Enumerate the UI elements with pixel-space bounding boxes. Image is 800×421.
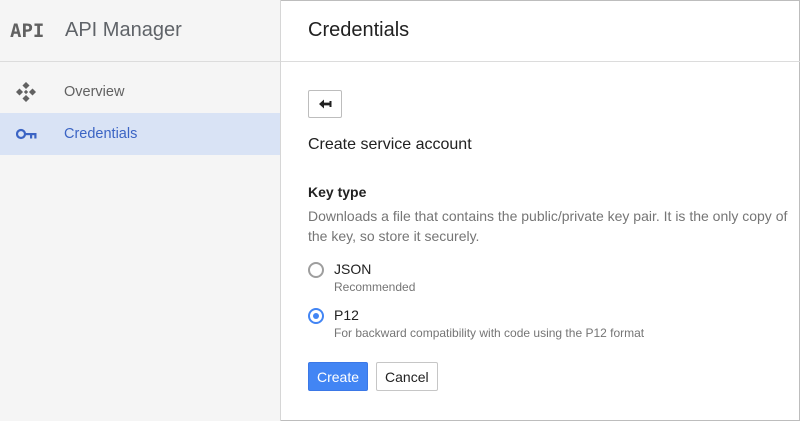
app-title: API Manager <box>65 19 182 41</box>
key-type-description: Downloads a file that contains the publi… <box>308 208 788 244</box>
p12-sublabel: For backward compatibility with code usi… <box>334 326 645 340</box>
sidebar-item-label: Credentials <box>64 126 138 142</box>
key-type-heading: Key type <box>308 184 367 200</box>
sidebar-item-credentials[interactable]: Credentials <box>0 113 280 155</box>
back-arrow-icon <box>319 99 332 109</box>
json-sublabel: Recommended <box>334 280 416 294</box>
create-button[interactable]: Create <box>308 362 369 391</box>
create-service-account-form: Create service account Key type Download… <box>281 62 800 391</box>
p12-radio[interactable] <box>308 308 324 324</box>
json-radio[interactable] <box>308 262 324 278</box>
overview-diamond-icon <box>0 82 48 102</box>
radio-option-p12[interactable]: P12 For backward compatibility with code… <box>308 306 800 340</box>
radio-option-json[interactable]: JSON Recommended <box>308 260 800 294</box>
key-icon <box>0 127 48 141</box>
json-label: JSON <box>334 261 372 277</box>
form-actions: Create Cancel <box>308 362 800 391</box>
sidebar-item-overview[interactable]: Overview <box>0 71 280 113</box>
sidebar-item-label: Overview <box>64 84 125 100</box>
back-button[interactable] <box>308 90 342 118</box>
api-logo: API <box>10 19 45 42</box>
sidebar: API API Manager Overview Credentials <box>0 0 281 421</box>
brand-header: API API Manager <box>0 0 280 62</box>
cancel-button[interactable]: Cancel <box>376 362 438 391</box>
form-title: Create service account <box>308 136 472 153</box>
p12-label: P12 <box>334 307 359 323</box>
main-panel: Credentials Create service account Key t… <box>281 0 800 421</box>
page-title: Credentials <box>281 0 800 62</box>
